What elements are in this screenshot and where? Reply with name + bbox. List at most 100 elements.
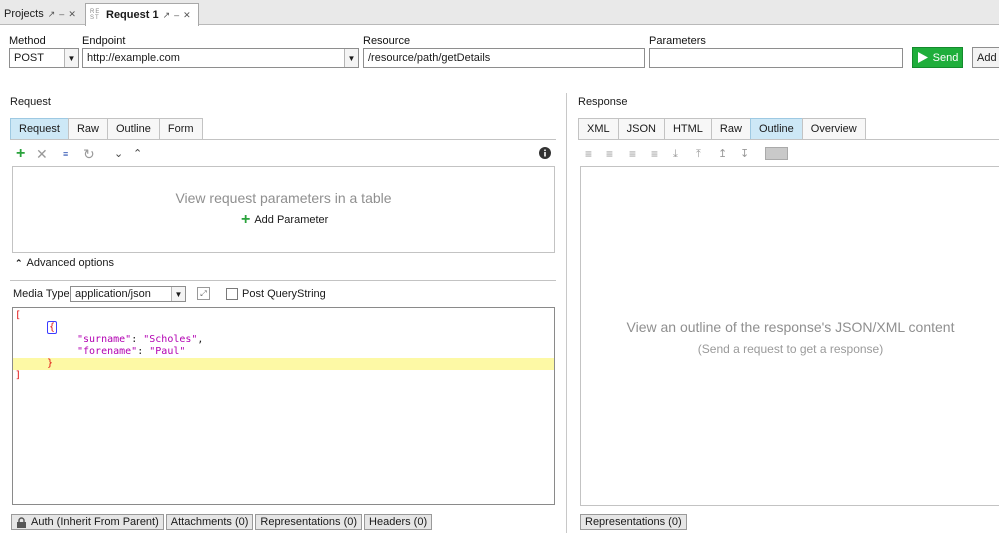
indent-up-icon[interactable]: ↥ — [718, 147, 727, 161]
auth-tab[interactable]: Auth (Inherit From Parent) — [11, 514, 164, 530]
undock-icon[interactable]: ↗ — [48, 9, 56, 19]
align-left-icon[interactable]: ≡ — [585, 147, 592, 161]
method-label: Method — [9, 35, 46, 47]
tab-html[interactable]: HTML — [663, 118, 712, 139]
attachments-tab[interactable]: Attachments (0) — [165, 514, 254, 530]
open-brace: { — [47, 321, 58, 334]
parameters-input[interactable] — [649, 48, 903, 68]
chevron-down-icon[interactable]: ▼ — [64, 49, 78, 67]
json-value: "Paul" — [149, 346, 186, 357]
align-center-icon[interactable]: ≡ — [629, 147, 636, 161]
response-empty-hint: View an outline of the response's JSON/X… — [626, 319, 955, 335]
add-label: Add — [977, 51, 997, 64]
add-parameter-label: Add Parameter — [254, 214, 329, 226]
panel-splitter[interactable] — [566, 93, 567, 533]
json-value: "Scholes" — [143, 334, 198, 345]
code-line: "forename": "Paul" — [77, 346, 186, 357]
tab-xml[interactable]: XML — [578, 118, 619, 139]
document-tab-strip: Projects ↗ – ✕ RE ST Request 1 ↗ – ✕ — [0, 0, 999, 26]
tab-divider — [10, 139, 556, 140]
move-down-icon[interactable]: ⌄ — [114, 147, 123, 161]
request-bottom-tabs: Auth (Inherit From Parent) Attachments (… — [11, 514, 433, 530]
send-button[interactable]: Send — [912, 47, 963, 68]
minimize-icon[interactable]: – — [59, 9, 64, 19]
auth-tab-label: Auth (Inherit From Parent) — [31, 516, 159, 528]
response-empty-subhint: (Send a request to get a response) — [697, 342, 884, 356]
endpoint-value: http://example.com — [87, 52, 180, 64]
empty-table-hint: View request parameters in a table — [175, 190, 392, 206]
add-icon: + — [241, 211, 251, 228]
info-icon[interactable] — [539, 147, 551, 161]
chevron-down-icon[interactable]: ▼ — [344, 49, 358, 67]
double-chevron-up-icon: ⌃ — [15, 257, 23, 268]
tab-request-1[interactable]: RE ST Request 1 ↗ – ✕ — [85, 3, 199, 26]
add-parameter-link[interactable]: + Add Parameter — [241, 211, 329, 228]
json-key: "forename" — [77, 346, 138, 357]
code-line: ] — [13, 370, 554, 382]
move-bottom-icon[interactable]: ⤓ — [673, 147, 678, 161]
response-panel-title: Response — [578, 96, 628, 108]
tab-outline[interactable]: Outline — [107, 118, 160, 139]
close-icon[interactable]: ✕ — [183, 10, 191, 20]
request-body-editor[interactable]: [ { "surname": "Scholes", "forename": "P… — [12, 307, 555, 505]
tab-divider — [578, 139, 999, 140]
json-key: "surname" — [77, 334, 132, 345]
indent-down-icon[interactable]: ↧ — [740, 147, 749, 161]
tab-overview[interactable]: Overview — [801, 118, 866, 139]
request-panel-title: Request — [10, 96, 51, 108]
expand-editor-icon[interactable]: ⤢ — [197, 287, 210, 300]
add-button[interactable]: Add — [972, 47, 999, 68]
media-type-value: application/json — [75, 288, 151, 300]
tab-raw[interactable]: Raw — [710, 118, 751, 139]
post-querystring-checkbox[interactable] — [226, 288, 238, 300]
open-bracket: [ — [15, 310, 22, 321]
minimize-icon[interactable]: – — [174, 10, 179, 20]
resource-input[interactable]: /resource/path/getDetails — [363, 48, 645, 68]
tab-raw[interactable]: Raw — [67, 118, 108, 139]
move-top-icon[interactable]: ⤒ — [696, 147, 701, 161]
wrap-toggle-icon[interactable] — [765, 147, 788, 160]
headers-tab[interactable]: Headers (0) — [364, 514, 433, 530]
tab-projects[interactable]: Projects ↗ – ✕ — [0, 3, 85, 25]
tab-request[interactable]: Request — [10, 118, 69, 139]
method-value: POST — [14, 52, 44, 64]
delete-icon[interactable]: ✕ — [36, 147, 48, 161]
code-line: [ — [13, 310, 554, 322]
parameters-table: View request parameters in a table + Add… — [12, 166, 555, 253]
align-right-icon[interactable]: ≡ — [606, 147, 613, 161]
rest-icon: RE ST — [90, 9, 101, 21]
tab-form[interactable]: Form — [158, 118, 203, 139]
endpoint-input[interactable]: http://example.com ▼ — [82, 48, 359, 68]
chevron-down-icon[interactable]: ▼ — [171, 287, 185, 301]
request-subtabs: Request Raw Outline Form — [10, 118, 203, 139]
parameters-label: Parameters — [649, 35, 706, 47]
send-label: Send — [932, 51, 959, 64]
undock-icon[interactable]: ↗ — [163, 10, 171, 20]
refresh-icon[interactable]: ↻ — [83, 147, 95, 161]
code-line: "surname": "Scholes", — [77, 334, 204, 345]
method-select[interactable]: POST ▼ — [9, 48, 79, 68]
align-justify-icon[interactable]: ≡ — [651, 147, 658, 161]
response-representations-tab[interactable]: Representations (0) — [580, 514, 687, 530]
close-bracket: ] — [15, 370, 22, 381]
add-icon[interactable]: + — [16, 146, 25, 162]
move-up-icon[interactable]: ⌃ — [133, 147, 142, 161]
tab-projects-label: Projects — [4, 8, 44, 20]
media-type-select[interactable]: application/json ▼ — [70, 286, 186, 302]
endpoint-label: Endpoint — [82, 35, 126, 47]
media-type-label: Media Type — [13, 288, 70, 300]
code-line: { — [13, 321, 554, 334]
advanced-options-label: Advanced options — [26, 257, 114, 269]
close-icon[interactable]: ✕ — [68, 9, 76, 19]
resource-label: Resource — [363, 35, 411, 47]
tab-json[interactable]: JSON — [617, 118, 665, 139]
representations-tab[interactable]: Representations (0) — [255, 514, 363, 530]
url-encode-icon[interactable]: ≡ — [63, 147, 68, 161]
tab-request-label: Request 1 — [106, 9, 159, 21]
response-toolbar: ≡ ≡ ≡ ≡ ⤓ ⤒ ↥ ↧ — [585, 147, 795, 161]
resource-value: /resource/path/getDetails — [368, 52, 491, 64]
request-toolbar: + ✕ ≡ ↻ ⌄ ⌃ — [16, 146, 556, 162]
tab-outline[interactable]: Outline — [749, 118, 803, 139]
advanced-divider — [10, 280, 556, 281]
advanced-options-toggle[interactable]: ⌃ Advanced options — [15, 257, 114, 269]
